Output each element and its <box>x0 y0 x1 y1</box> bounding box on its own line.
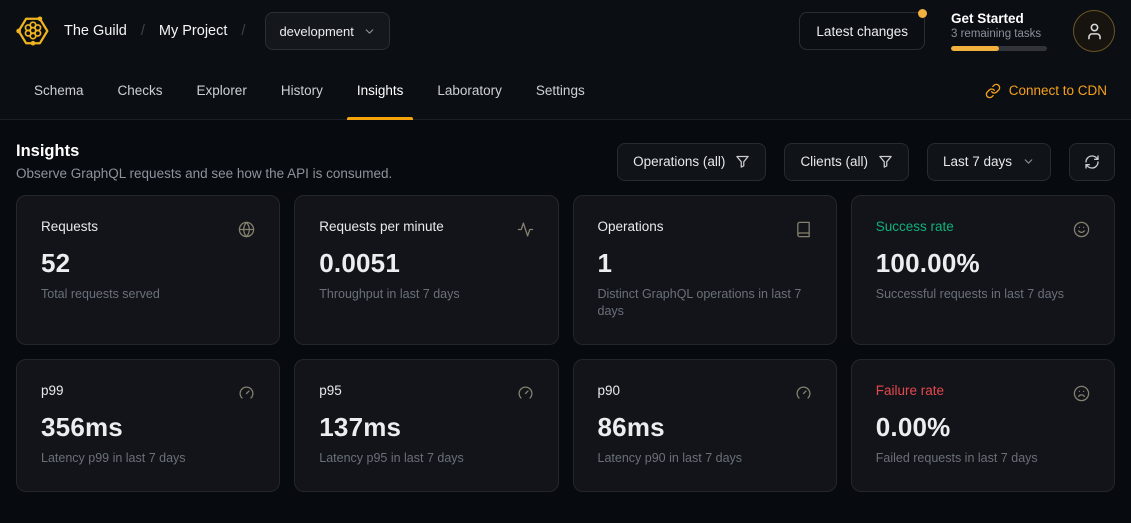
card-description: Latency p90 in last 7 days <box>598 450 812 467</box>
gauge-icon <box>517 385 534 402</box>
get-started-progress-fill <box>951 46 999 51</box>
card-value: 52 <box>41 248 255 279</box>
user-avatar[interactable] <box>1073 10 1115 52</box>
stat-card-requests-per-minute: Requests per minute 0.0051 Throughput in… <box>294 195 558 345</box>
filter-funnel-icon <box>878 154 893 169</box>
stat-card-p95: p95 137ms Latency p95 in last 7 days <box>294 359 558 492</box>
card-value: 0.0051 <box>319 248 533 279</box>
clients-filter-label: Clients (all) <box>800 154 868 169</box>
breadcrumb: The Guild / My Project / development <box>64 12 390 50</box>
tab-explorer[interactable]: Explorer <box>187 62 257 119</box>
card-value: 0.00% <box>876 412 1090 443</box>
target-selector-value: development <box>279 24 353 39</box>
date-range-dropdown[interactable]: Last 7 days <box>927 143 1051 181</box>
get-started-title: Get Started <box>951 11 1047 26</box>
connect-to-cdn-link[interactable]: Connect to CDN <box>985 62 1107 119</box>
target-selector-dropdown[interactable]: development <box>265 12 389 50</box>
smile-icon <box>1073 221 1090 238</box>
user-icon <box>1085 22 1104 41</box>
card-title: p99 <box>41 383 64 398</box>
gauge-icon <box>795 385 812 402</box>
operations-filter-label: Operations (all) <box>633 154 725 169</box>
project-nav: Schema Checks Explorer History Insights … <box>0 62 1131 120</box>
card-value: 137ms <box>319 412 533 443</box>
latest-changes-label: Latest changes <box>816 24 908 39</box>
breadcrumb-separator: / <box>141 23 145 39</box>
card-value: 100.00% <box>876 248 1090 279</box>
insights-page: Insights Observe GraphQL requests and se… <box>0 142 1131 492</box>
page-subtitle: Observe GraphQL requests and see how the… <box>16 166 392 181</box>
stat-card-p90: p90 86ms Latency p90 in last 7 days <box>573 359 837 492</box>
notification-dot <box>918 9 927 18</box>
connect-to-cdn-label: Connect to CDN <box>1009 83 1107 98</box>
globe-icon <box>238 221 255 238</box>
card-title: p90 <box>598 383 621 398</box>
date-range-label: Last 7 days <box>943 154 1012 169</box>
card-description: Throughput in last 7 days <box>319 286 533 303</box>
tab-schema[interactable]: Schema <box>24 62 94 119</box>
page-title: Insights <box>16 142 392 161</box>
card-title: Operations <box>598 219 664 234</box>
filters-toolbar: Operations (all) Clients (all) Last 7 da… <box>617 143 1115 181</box>
refresh-icon <box>1084 154 1100 170</box>
get-started-widget[interactable]: Get Started 3 remaining tasks <box>951 11 1047 51</box>
tab-history[interactable]: History <box>271 62 333 119</box>
card-description: Latency p99 in last 7 days <box>41 450 255 467</box>
frown-icon <box>1073 385 1090 402</box>
card-description: Distinct GraphQL operations in last 7 da… <box>598 286 812 320</box>
chevron-down-icon <box>1022 155 1035 168</box>
card-description: Latency p95 in last 7 days <box>319 450 533 467</box>
clients-filter-button[interactable]: Clients (all) <box>784 143 909 181</box>
header-right-group: Latest changes Get Started 3 remaining t… <box>799 10 1115 52</box>
card-title: Failure rate <box>876 383 944 398</box>
breadcrumb-separator: / <box>241 23 245 39</box>
card-title: Requests per minute <box>319 219 444 234</box>
latest-changes-button[interactable]: Latest changes <box>799 12 925 50</box>
activity-icon <box>517 221 534 238</box>
get-started-subtitle: 3 remaining tasks <box>951 28 1047 40</box>
guild-logo-icon[interactable] <box>16 14 50 48</box>
refresh-button[interactable] <box>1069 143 1115 181</box>
stat-card-requests: Requests 52 Total requests served <box>16 195 280 345</box>
top-header: The Guild / My Project / development Lat… <box>0 0 1131 62</box>
nav-tabs: Schema Checks Explorer History Insights … <box>24 62 595 119</box>
filter-funnel-icon <box>735 154 750 169</box>
stats-grid: Requests 52 Total requests served Reques… <box>16 195 1115 492</box>
card-title: p95 <box>319 383 342 398</box>
breadcrumb-org[interactable]: The Guild <box>64 23 127 39</box>
card-title: Success rate <box>876 219 954 234</box>
tab-insights[interactable]: Insights <box>347 62 414 119</box>
stat-card-operations: Operations 1 Distinct GraphQL operations… <box>573 195 837 345</box>
tab-settings[interactable]: Settings <box>526 62 595 119</box>
title-block: Insights Observe GraphQL requests and se… <box>16 142 392 181</box>
gauge-icon <box>238 385 255 402</box>
operations-filter-button[interactable]: Operations (all) <box>617 143 766 181</box>
card-title: Requests <box>41 219 98 234</box>
card-description: Total requests served <box>41 286 255 303</box>
stat-card-success-rate: Success rate 100.00% Successful requests… <box>851 195 1115 345</box>
stat-card-p99: p99 356ms Latency p99 in last 7 days <box>16 359 280 492</box>
book-icon <box>795 221 812 238</box>
card-value: 86ms <box>598 412 812 443</box>
stat-card-failure-rate: Failure rate 0.00% Failed requests in la… <box>851 359 1115 492</box>
card-description: Failed requests in last 7 days <box>876 450 1090 467</box>
breadcrumb-project[interactable]: My Project <box>159 23 228 39</box>
get-started-progressbar <box>951 46 1047 51</box>
card-value: 1 <box>598 248 812 279</box>
link-icon <box>985 83 1001 99</box>
card-value: 356ms <box>41 412 255 443</box>
tab-checks[interactable]: Checks <box>108 62 173 119</box>
chevron-down-icon <box>363 25 376 38</box>
section-header: Insights Observe GraphQL requests and se… <box>16 142 1115 181</box>
card-description: Successful requests in last 7 days <box>876 286 1090 303</box>
tab-laboratory[interactable]: Laboratory <box>427 62 512 119</box>
